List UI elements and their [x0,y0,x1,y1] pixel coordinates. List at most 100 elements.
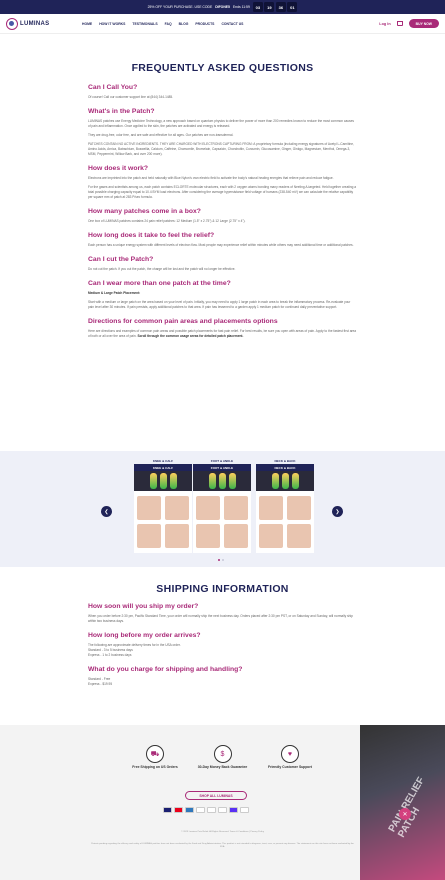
mastercard-icon [174,807,183,813]
faq-title: FREQUENTLY ASKED QUESTIONS [131,62,314,74]
disclaimer-text: Patents pending regarding the efficacy a… [91,843,354,848]
placement-map-image [256,471,314,491]
nav-item-home[interactable]: HOME [82,22,92,26]
carousel-prev-button[interactable]: ❮ [101,506,112,517]
faq-answer: Start with a medium or large patch on th… [88,300,351,309]
countdown-minutes: 36 [275,2,286,12]
promo-text: 25% OFF YOUR PURCHASE. USE CODE [147,5,213,9]
shipping-title: SHIPPING INFORMATION [156,583,289,595]
shipping-section: SHIPPING INFORMATION How soon will you s… [0,583,445,691]
carousel-dot[interactable] [222,559,224,561]
discover-icon [196,807,205,813]
chevron-right-icon: ❯ [335,508,340,515]
shipping-list: How soon will you ship my order? When yo… [0,603,445,687]
faq-question: Can I Call You? [88,84,138,91]
faq-answer: Each person has a unique energy system w… [88,243,354,247]
placement-carousel: ❮ KNEE & CALF KNEE & CALF FOOT & ANKLE F… [0,451,445,567]
faq-answer: Electrons are imprinted into the patch a… [88,176,334,180]
nav-item-blog[interactable]: BLOG [179,22,189,26]
card-header: FOOT & ANKLE [193,464,251,471]
login-link[interactable]: Log In [379,22,390,26]
carousel-dots [218,559,224,561]
countdown-days: 03 [252,2,263,12]
copyright-text: © 2023 Luminas Pain Relief. All Rights R… [181,831,264,833]
apple-pay-icon [207,807,216,813]
truck-icon: ⛟ [146,745,164,763]
feature-money-back: $ 30-Day Money Back Guarantee [193,745,253,769]
faq-question: What's in the Patch? [88,108,155,115]
placement-photos [134,491,192,553]
faq-answer: Medium & Large Patch Placement: [88,291,357,296]
footer: PAIN RELIEF PATCH ✕ ⛟ Free Shipping on U… [0,725,445,880]
nav-item-how-it-works[interactable]: HOW IT WORKS [99,22,125,26]
carousel-next-button[interactable]: ❯ [332,506,343,517]
faq-question: Directions for common pain areas and pla… [88,318,278,325]
countdown-seconds: 01 [287,2,298,12]
shipping-question: What do you charge for shipping and hand… [88,666,243,673]
support-icon: ♥ [281,745,299,763]
google-pay-icon [218,807,227,813]
faq-answer-bold: Scroll through the common usage areas fo… [137,334,244,338]
main-nav: LUMINAS HOME HOW IT WORKS TESTIMONIALS F… [0,14,445,34]
faq-question: How long does it take to feel the relief… [88,232,215,239]
visa-icon [163,807,172,813]
faq-question: How does it work? [88,165,149,172]
close-icon[interactable]: ✕ [399,808,411,820]
brand-name: LUMINAS [20,20,50,27]
shipping-question: How soon will you ship my order? [88,603,199,610]
carousel-card: FOOT & ANKLE FOOT & ANKLE [193,459,251,557]
shipping-answer: Express - $19.95 [88,682,113,686]
promo-code: DIFONE5 [215,5,230,9]
countdown: 03 19 36 01 [252,2,298,12]
amex-icon [185,807,194,813]
carousel-card: KNEE & CALF KNEE & CALF [134,459,192,557]
nav-item-testimonials[interactable]: TESTIMONIALS [132,22,157,26]
shipping-answer: Express - 1 to 2 business days [88,653,132,657]
faq-question: Can I cut the Patch? [88,256,154,263]
nav-item-contact[interactable]: CONTACT US [221,22,243,26]
nav-item-products[interactable]: PRODUCTS [195,22,214,26]
nav-actions: Log In BUY NOW [379,19,439,28]
placement-map-image [193,471,251,491]
brand-logo[interactable]: LUMINAS [6,17,76,30]
product-box-image: PAIN RELIEF PATCH [360,725,445,880]
faq-list: Can I Call You? Of course! Call our cust… [0,84,445,339]
shop-all-button[interactable]: SHOP ALL LUMINAS [185,791,247,800]
placement-map-image [134,471,192,491]
paypal-icon [240,807,249,813]
card-header: KNEE & CALF [134,464,192,471]
card-label: NECK & BACK [274,459,296,463]
faq-section: FREQUENTLY ASKED QUESTIONS Can I Call Yo… [0,62,445,339]
faq-answer-bold: Medium & Large Patch Placement: [88,291,141,295]
faq-answer: Do not cut the patch. If you cut the pat… [88,267,236,271]
payment-icons [163,807,249,813]
faq-answer: For the gases and scientists among us, e… [88,185,357,199]
chevron-left-icon: ❮ [104,508,109,515]
nav-menu: HOME HOW IT WORKS TESTIMONIALS FAQ BLOG … [82,22,379,26]
shop-pay-icon [229,807,238,813]
promo-ends: Ends 11:59 [232,5,250,9]
nav-item-faq[interactable]: FAQ [165,22,172,26]
shipping-answer: When you order before 2:30 pm, Pacific S… [88,614,353,623]
faq-answer: PATCHES CONTAIN NO ACTIVE INGREDIENTS. T… [88,142,354,156]
countdown-hours: 19 [264,2,275,12]
money-back-icon: $ [213,745,232,763]
feature-label: Friendly Customer Support [268,765,312,769]
faq-answer: Of course! Call our customer support lin… [88,95,174,99]
faq-question: How many patches come in a box? [88,208,201,215]
faq-answer: Here are directions and examples of comm… [88,329,357,339]
card-label: KNEE & CALF [152,459,174,463]
feature-label: Free Shipping on US Orders [132,765,178,769]
placement-photos [193,491,251,553]
logo-icon [6,17,18,30]
placement-photos [256,491,314,553]
carousel-dot[interactable] [218,559,220,561]
faq-answer: LUMINAS patches use Energy Medicine Tech… [88,119,355,128]
cart-icon[interactable] [396,21,403,26]
promo-bar: 25% OFF YOUR PURCHASE. USE CODE DIFONE5 … [0,0,445,14]
product-box-text: PAIN RELIEF PATCH [386,775,427,840]
carousel-card: NECK & BACK NECK & BACK [256,459,314,557]
footer-features: ⛟ Free Shipping on US Orders $ 30-Day Mo… [125,745,320,769]
buy-now-button[interactable]: BUY NOW [408,19,439,28]
faq-question: Can I wear more than one patch at the ti… [88,280,231,287]
